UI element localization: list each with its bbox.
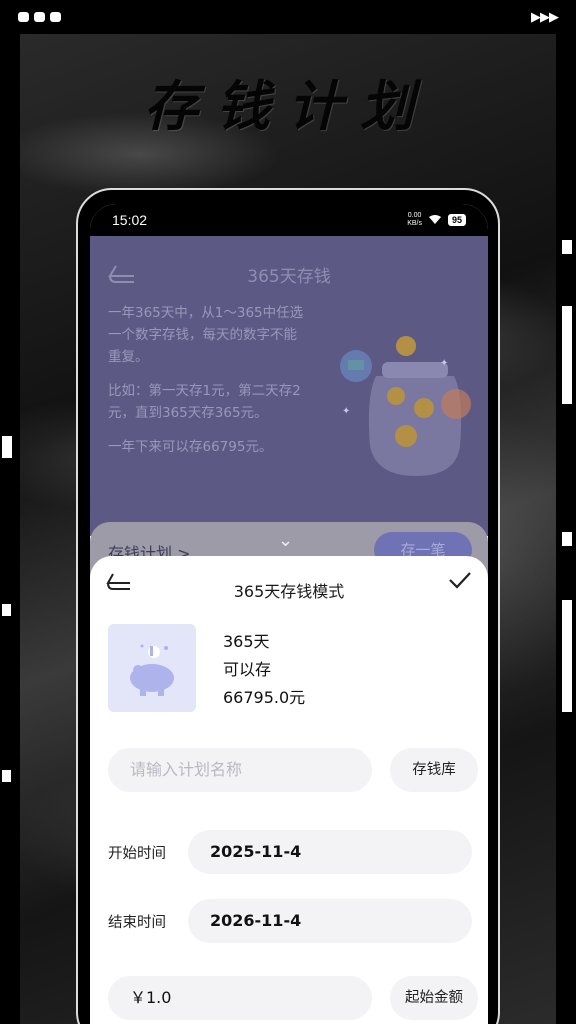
net-speed-value: 0.00 [407, 212, 422, 219]
outer-status-bar: ▶▶▶ [0, 0, 576, 34]
library-button[interactable]: 存钱库 [390, 748, 478, 792]
svg-text:✦: ✦ [440, 358, 448, 369]
end-date-field[interactable]: 2026-11-4 [188, 899, 472, 943]
status-bar: 15:02 0.00 KB/s 95 [90, 204, 488, 236]
start-amount-button[interactable]: 起始金额 [390, 976, 478, 1020]
phone-mockup: 15:02 0.00 KB/s 95 365天存钱 一年365天中，从1～365… [76, 188, 500, 1024]
side-mark [562, 240, 572, 254]
hero-title: 365天存钱 [247, 267, 331, 287]
side-mark [562, 532, 572, 546]
summary-can-save: 可以存 [223, 660, 272, 679]
status-time: 15:02 [112, 212, 148, 228]
start-date-field[interactable]: 2025-11-4 [188, 830, 472, 874]
net-speed-unit: KB/s [407, 220, 422, 227]
bottom-sheet: 365天存钱模式 365天 可以存 66795.0元 请输入计划名称 存钱库 开… [90, 556, 488, 1024]
side-mark [2, 436, 12, 458]
signal-triangles-icon: ▶▶▶ [531, 10, 559, 25]
amount-input[interactable]: ￥1.0 [108, 976, 372, 1020]
piggy-jar-illustration-icon: ✦ ✦ [336, 336, 471, 476]
battery-icon: 95 [447, 214, 466, 226]
promo-title: 存钱计划 [144, 74, 432, 138]
wifi-icon [428, 214, 442, 227]
hero-paragraph: 一年365天中，从1～365中任选一个数字存钱，每天的数字不能重复。 [108, 305, 304, 365]
start-time-label: 开始时间 [108, 846, 166, 862]
side-mark [562, 600, 572, 712]
hero-section: 365天存钱 一年365天中，从1～365中任选一个数字存钱，每天的数字不能重复… [90, 236, 488, 536]
svg-text:✦: ✦ [342, 406, 350, 417]
hero-paragraph: 比如：第一天存1元，第二天存2元，直到365天存365元。 [108, 383, 301, 421]
plan-name-input[interactable]: 请输入计划名称 [108, 748, 372, 792]
net-speed: 0.00 KB/s [407, 212, 422, 228]
piggy-bank-icon [108, 624, 196, 712]
summary-amount: 66795.0元 [223, 688, 306, 707]
chevron-down-icon[interactable]: ⌄ [278, 530, 293, 551]
side-mark [2, 770, 11, 782]
side-mark [2, 604, 11, 616]
status-icons: 0.00 KB/s 95 [407, 212, 466, 228]
hero-description: 一年365天中，从1～365中任选一个数字存钱，每天的数字不能重复。 比如：第一… [108, 302, 304, 470]
end-time-label: 结束时间 [108, 915, 166, 931]
summary-days: 365天 [223, 632, 270, 651]
status-dots-icon [18, 12, 61, 22]
sheet-title: 365天存钱模式 [233, 582, 345, 601]
phone-screen: 15:02 0.00 KB/s 95 365天存钱 一年365天中，从1～365… [90, 204, 488, 1024]
hero-paragraph: 一年下来可以存66795元。 [108, 439, 273, 455]
plan-summary: 365天 可以存 66795.0元 [223, 628, 305, 712]
side-mark [562, 306, 572, 404]
check-icon[interactable] [448, 570, 472, 596]
